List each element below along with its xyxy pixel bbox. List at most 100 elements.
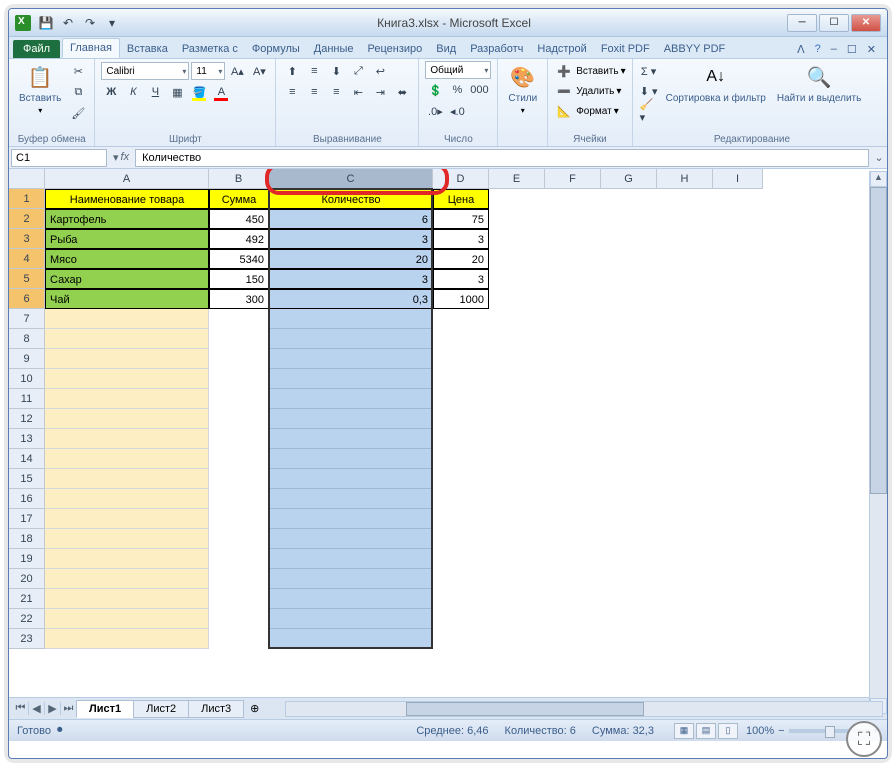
- increase-decimal-icon[interactable]: .0▸: [425, 101, 445, 121]
- increase-indent-icon[interactable]: ⇥: [370, 82, 390, 102]
- row-header-10[interactable]: 10: [9, 369, 45, 389]
- sheet-tab-Лист2[interactable]: Лист2: [133, 700, 189, 718]
- undo-icon[interactable]: ↶: [59, 14, 77, 32]
- merge-icon[interactable]: ⬌: [392, 82, 412, 102]
- row-header-19[interactable]: 19: [9, 549, 45, 569]
- minimize-button[interactable]: [787, 14, 817, 32]
- align-middle-icon[interactable]: ≡: [304, 61, 324, 81]
- cell-A1[interactable]: Наименование товара: [45, 189, 209, 209]
- shrink-font-icon[interactable]: A▾: [249, 61, 269, 81]
- view-page-layout-icon[interactable]: ▤: [696, 723, 716, 739]
- vscroll-track[interactable]: [870, 187, 887, 698]
- row-header-16[interactable]: 16: [9, 489, 45, 509]
- hscroll-thumb[interactable]: [406, 702, 644, 716]
- align-top-icon[interactable]: ⬆: [282, 61, 302, 81]
- column-header-C[interactable]: C: [269, 169, 433, 189]
- help-icon[interactable]: ?: [812, 41, 824, 58]
- row-header-12[interactable]: 12: [9, 409, 45, 429]
- row-header-13[interactable]: 13: [9, 429, 45, 449]
- cell-B2[interactable]: 450: [209, 209, 269, 229]
- scroll-up-button[interactable]: ▲: [870, 171, 887, 187]
- cell-B6[interactable]: 300: [209, 289, 269, 309]
- save-icon[interactable]: 💾: [37, 14, 55, 32]
- number-format-combo[interactable]: Общий: [425, 61, 491, 79]
- row-header-21[interactable]: 21: [9, 589, 45, 609]
- cell-C1[interactable]: Количество: [269, 189, 433, 209]
- cells-insert-button[interactable]: ➕Вставить ▾: [554, 61, 625, 81]
- ribbon-window-min-icon[interactable]: –: [828, 41, 840, 58]
- italic-button[interactable]: К: [123, 82, 143, 102]
- grow-font-icon[interactable]: A▴: [227, 61, 247, 81]
- formula-bar-expand-icon[interactable]: ⌄: [871, 151, 887, 164]
- fx-icon[interactable]: fx: [121, 151, 130, 164]
- cells-format-button[interactable]: 📐Формат ▾: [554, 101, 625, 121]
- column-header-D[interactable]: D: [433, 169, 489, 189]
- sheet-tab-Лист1[interactable]: Лист1: [76, 700, 134, 718]
- row-header-17[interactable]: 17: [9, 509, 45, 529]
- formula-input[interactable]: Количество: [135, 149, 869, 167]
- row-header-5[interactable]: 5: [9, 269, 45, 289]
- close-button[interactable]: [851, 14, 881, 32]
- fill-color-icon[interactable]: 🪣: [189, 82, 209, 102]
- font-name-combo[interactable]: Calibri: [101, 62, 189, 80]
- row-header-23[interactable]: 23: [9, 629, 45, 649]
- cell-D2[interactable]: 75: [433, 209, 489, 229]
- cut-icon[interactable]: ✂: [68, 61, 88, 81]
- cell-C6[interactable]: 0,3: [269, 289, 433, 309]
- ribbon-window-close-icon[interactable]: ✕: [864, 41, 879, 58]
- format-painter-icon[interactable]: 🖌: [68, 103, 88, 123]
- cell-A4[interactable]: Мясо: [45, 249, 209, 269]
- tab-формулы[interactable]: Формулы: [245, 40, 307, 58]
- cell-D1[interactable]: Цена: [433, 189, 489, 209]
- row-header-4[interactable]: 4: [9, 249, 45, 269]
- row-header-15[interactable]: 15: [9, 469, 45, 489]
- tab-разработч[interactable]: Разработч: [463, 40, 530, 58]
- row-header-1[interactable]: 1: [9, 189, 45, 209]
- cell-B1[interactable]: Сумма: [209, 189, 269, 209]
- comma-icon[interactable]: 000: [469, 80, 489, 100]
- row-header-22[interactable]: 22: [9, 609, 45, 629]
- ribbon-minimize-icon[interactable]: ᐱ: [794, 41, 808, 58]
- row-header-11[interactable]: 11: [9, 389, 45, 409]
- column-header-E[interactable]: E: [489, 169, 545, 189]
- cell-A6[interactable]: Чай: [45, 289, 209, 309]
- bold-button[interactable]: Ж: [101, 82, 121, 102]
- find-select-button[interactable]: 🔍 Найти и выделить: [773, 61, 865, 106]
- tab-главная[interactable]: Главная: [62, 38, 120, 58]
- vertical-scrollbar[interactable]: ▲ ▼: [869, 171, 887, 714]
- cell-A3[interactable]: Рыба: [45, 229, 209, 249]
- cell-A2[interactable]: Картофель: [45, 209, 209, 229]
- fullscreen-icon[interactable]: ⛶: [846, 721, 882, 757]
- cell-D3[interactable]: 3: [433, 229, 489, 249]
- cell-B5[interactable]: 150: [209, 269, 269, 289]
- tab-foxit pdf[interactable]: Foxit PDF: [594, 40, 657, 58]
- row-header-7[interactable]: 7: [9, 309, 45, 329]
- currency-icon[interactable]: 💲: [425, 80, 445, 100]
- cell-C4[interactable]: 20: [269, 249, 433, 269]
- row-header-8[interactable]: 8: [9, 329, 45, 349]
- row-header-3[interactable]: 3: [9, 229, 45, 249]
- align-left-icon[interactable]: ≡: [282, 82, 302, 102]
- redo-icon[interactable]: ↷: [81, 14, 99, 32]
- column-header-B[interactable]: B: [209, 169, 269, 189]
- maximize-button[interactable]: [819, 14, 849, 32]
- select-all-corner[interactable]: [9, 169, 45, 189]
- tab-рецензиро[interactable]: Рецензиро: [361, 40, 430, 58]
- orientation-icon[interactable]: ⤢: [348, 61, 368, 81]
- tab-вставка[interactable]: Вставка: [120, 40, 175, 58]
- paste-button[interactable]: 📋 Вставить ▾: [15, 61, 65, 117]
- borders-icon[interactable]: ▦: [167, 82, 187, 102]
- view-page-break-icon[interactable]: ▯: [718, 723, 738, 739]
- cell-D5[interactable]: 3: [433, 269, 489, 289]
- tab-разметка с[interactable]: Разметка с: [175, 40, 245, 58]
- cells-delete-button[interactable]: ➖Удалить ▾: [554, 81, 625, 101]
- column-header-F[interactable]: F: [545, 169, 601, 189]
- sheet-first-icon[interactable]: ⏮: [13, 702, 29, 715]
- zoom-out-button[interactable]: −: [778, 725, 784, 737]
- zoom-level[interactable]: 100%: [746, 725, 774, 737]
- sheet-next-icon[interactable]: ▶: [45, 702, 61, 715]
- horizontal-scrollbar[interactable]: [285, 701, 883, 717]
- name-box-dropdown-icon[interactable]: ▾: [113, 151, 119, 164]
- decrease-indent-icon[interactable]: ⇤: [348, 82, 368, 102]
- cell-C3[interactable]: 3: [269, 229, 433, 249]
